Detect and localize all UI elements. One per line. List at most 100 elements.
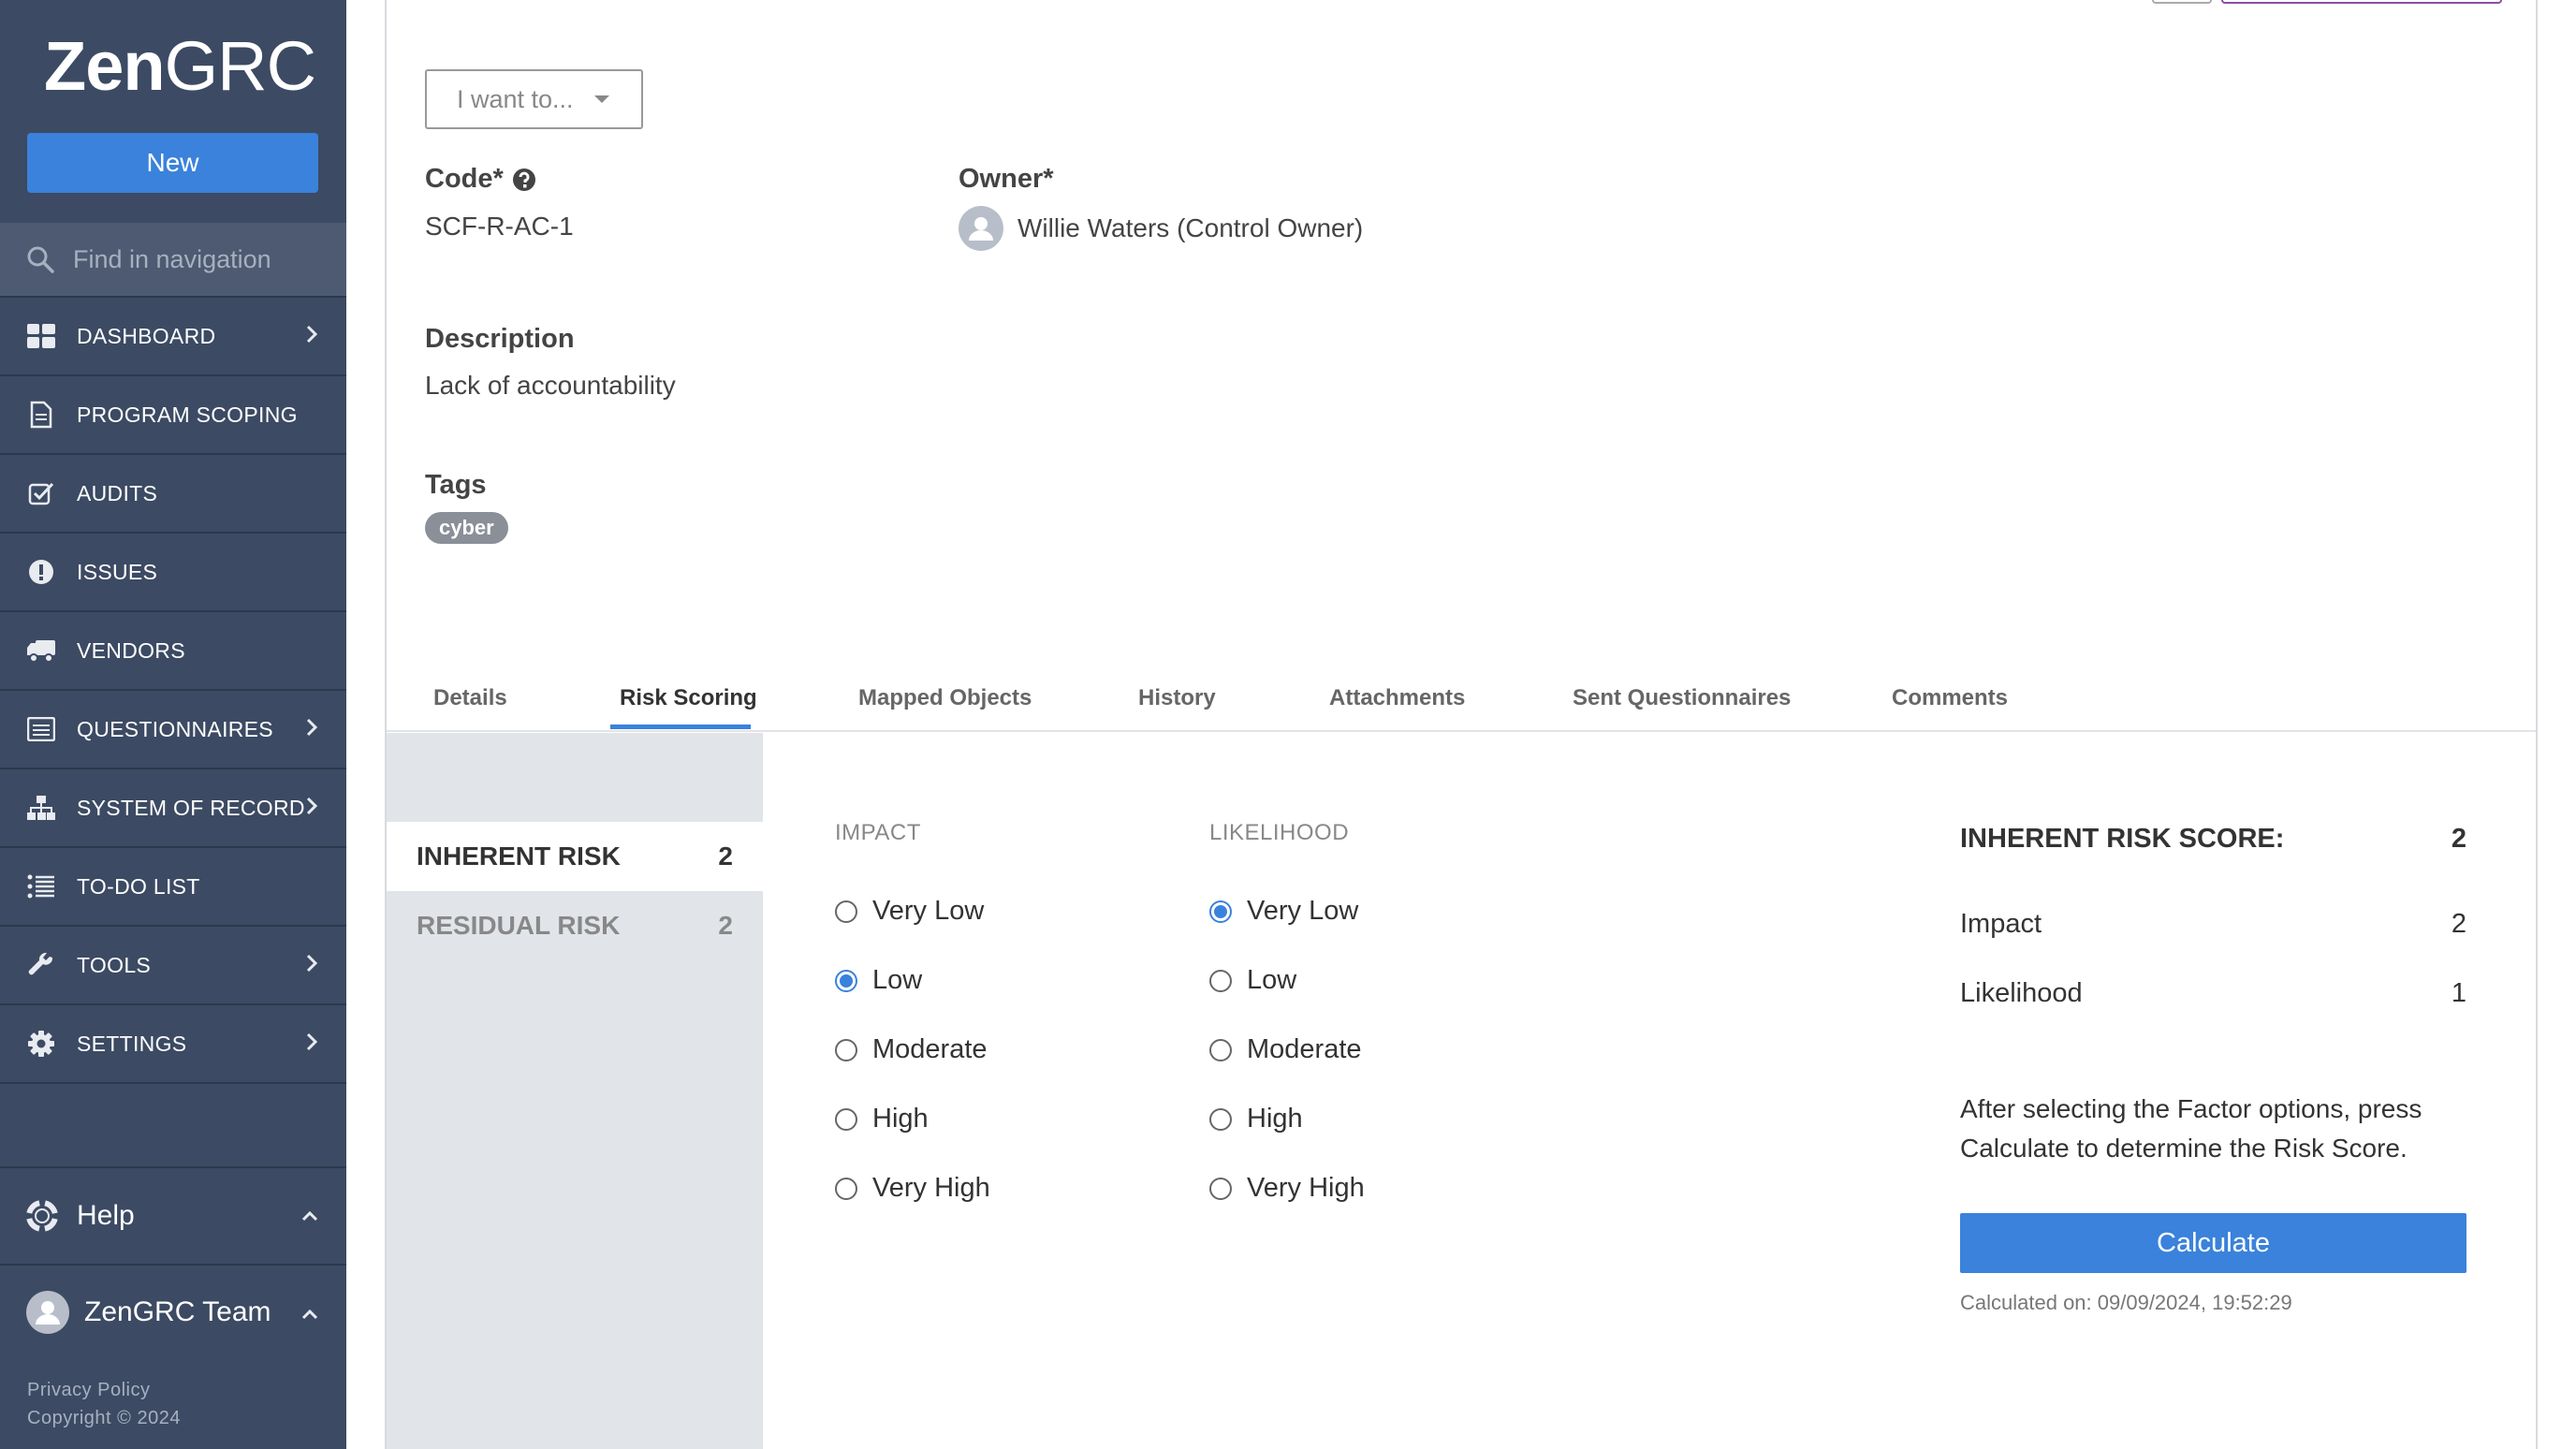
likelihood-option-very-low[interactable]: Very Low (1209, 896, 1358, 927)
tag-badge[interactable]: cyber (425, 512, 508, 544)
sidebar-item-audits[interactable]: AUDITS (0, 453, 346, 532)
risk-type-score: 2 (718, 842, 733, 871)
sidebar: ZenGRC New Find in navigation DASHBOARD … (0, 0, 346, 1449)
sidebar-item-todo-list[interactable]: TO-DO LIST (0, 846, 346, 925)
owner-label: Owner* (959, 164, 1054, 194)
truck-icon (26, 636, 56, 666)
radio-button[interactable] (835, 1107, 857, 1131)
tab-sent-questionnaires[interactable]: Sent Questionnaires (1573, 685, 1791, 711)
radio-button[interactable] (835, 1038, 857, 1061)
sidebar-item-label: SETTINGS (77, 1031, 187, 1056)
option-label: Moderate (1247, 1034, 1362, 1064)
sidebar-item-questionnaires[interactable]: QUESTIONNAIRES (0, 689, 346, 768)
document-icon (26, 400, 56, 430)
sidebar-item-label: ISSUES (77, 559, 158, 584)
option-label: Moderate (872, 1034, 988, 1064)
user-menu[interactable]: ZenGRC Team (0, 1264, 346, 1359)
radio-button-selected[interactable] (1209, 900, 1232, 923)
radio-button[interactable] (835, 1177, 857, 1200)
option-label: Low (872, 965, 923, 995)
help-menu[interactable]: Help (0, 1166, 346, 1264)
sidebar-item-label: SYSTEM OF RECORD (77, 795, 305, 820)
code-value: SCF-R-AC-1 (425, 212, 574, 241)
tab-details[interactable]: Details (433, 685, 507, 711)
option-label: Very Low (1247, 896, 1359, 926)
exclamation-icon (26, 557, 56, 587)
impact-option-very-low[interactable]: Very Low (835, 896, 984, 927)
owner-value-group[interactable]: Willie Waters (Control Owner) (959, 206, 1363, 251)
risk-type-residual[interactable]: RESIDUAL RISK 2 (387, 891, 763, 960)
record-detail-panel: I want to... Code* SCF-R-AC-1 Owner* Wil… (385, 0, 2538, 1449)
lifebuoy-icon (26, 1200, 58, 1232)
risk-type-score: 2 (718, 911, 733, 940)
impact-score-label: Impact (1960, 909, 2042, 939)
chevron-right-icon (306, 718, 318, 737)
likelihood-header: LIKELIHOOD (1209, 820, 1350, 845)
sidebar-item-vendors[interactable]: VENDORS (0, 610, 346, 689)
toolbar-button-fragment[interactable] (2152, 0, 2212, 4)
inherent-risk-score-value: 2 (2451, 824, 2466, 854)
user-label: ZenGRC Team (84, 1296, 271, 1327)
option-label: High (872, 1104, 929, 1134)
calculate-hint: After selecting the Factor options, pres… (1960, 1094, 2422, 1163)
risk-type-list: INHERENT RISK 2 RESIDUAL RISK 2 (387, 733, 763, 1449)
radio-button[interactable] (1209, 1038, 1232, 1061)
impact-option-high[interactable]: High (835, 1104, 929, 1134)
tags-label: Tags (425, 470, 487, 500)
radio-button[interactable] (1209, 1107, 1232, 1131)
impact-option-low[interactable]: Low (835, 965, 922, 996)
sidebar-item-settings[interactable]: SETTINGS (0, 1003, 346, 1084)
risk-type-inherent[interactable]: INHERENT RISK 2 (387, 822, 763, 891)
description-value: Lack of accountability (425, 371, 676, 400)
list-icon (26, 714, 56, 744)
risk-type-label: INHERENT RISK (417, 842, 621, 871)
radio-button-selected[interactable] (835, 969, 857, 992)
nav-search[interactable]: Find in navigation (0, 223, 346, 296)
likelihood-score-value: 1 (2451, 978, 2466, 1008)
tab-history[interactable]: History (1138, 685, 1216, 711)
sidebar-item-tools[interactable]: TOOLS (0, 925, 346, 1003)
search-input[interactable]: Find in navigation (73, 245, 271, 274)
inherent-risk-score-title: INHERENT RISK SCORE: (1960, 824, 2285, 854)
impact-option-moderate[interactable]: Moderate (835, 1034, 988, 1065)
new-button[interactable]: New (27, 133, 318, 193)
caret-down-icon (593, 95, 609, 103)
tab-comments[interactable]: Comments (1892, 685, 2008, 711)
impact-option-very-high[interactable]: Very High (835, 1173, 990, 1204)
likelihood-option-moderate[interactable]: Moderate (1209, 1034, 1362, 1065)
likelihood-option-low[interactable]: Low (1209, 965, 1296, 996)
logo-text-light: GRC (164, 27, 316, 105)
sidebar-item-program-scoping[interactable]: PROGRAM SCOPING (0, 374, 346, 453)
sidebar-item-issues[interactable]: ISSUES (0, 532, 346, 610)
privacy-policy-link[interactable]: Privacy Policy (27, 1380, 150, 1401)
checkbox-icon (26, 478, 56, 508)
impact-header: IMPACT (835, 820, 921, 845)
help-label: Help (77, 1200, 135, 1231)
calculate-button[interactable]: Calculate (1960, 1213, 2466, 1273)
sidebar-item-dashboard[interactable]: DASHBOARD (0, 296, 346, 374)
tab-risk-scoring[interactable]: Risk Scoring (620, 685, 757, 711)
i-want-to-dropdown[interactable]: I want to... (425, 69, 643, 129)
description-label: Description (425, 324, 575, 354)
avatar (26, 1291, 69, 1334)
radio-button[interactable] (1209, 969, 1232, 992)
tab-attachments[interactable]: Attachments (1329, 685, 1465, 711)
active-tab-indicator (610, 724, 751, 729)
sidebar-item-system-of-record[interactable]: SYSTEM OF RECORD (0, 768, 346, 846)
sidebar-item-label: TOOLS (77, 952, 152, 977)
help-question-icon[interactable] (512, 168, 536, 192)
option-label: Low (1247, 965, 1297, 995)
search-icon (27, 246, 54, 273)
risk-type-label: RESIDUAL RISK (417, 911, 621, 940)
radio-button[interactable] (1209, 1177, 1232, 1200)
sidebar-item-label: QUESTIONNAIRES (77, 716, 273, 741)
radio-button[interactable] (835, 900, 857, 923)
logo-text-bold: Zen (44, 27, 166, 105)
tab-mapped-objects[interactable]: Mapped Objects (858, 685, 1032, 711)
owner-value: Willie Waters (Control Owner) (1017, 213, 1364, 242)
primary-action-fragment[interactable] (2221, 0, 2502, 4)
sidebar-item-label: AUDITS (77, 480, 158, 505)
zengrc-logo[interactable]: ZenGRC (44, 24, 316, 109)
likelihood-option-high[interactable]: High (1209, 1104, 1303, 1134)
likelihood-option-very-high[interactable]: Very High (1209, 1173, 1365, 1204)
